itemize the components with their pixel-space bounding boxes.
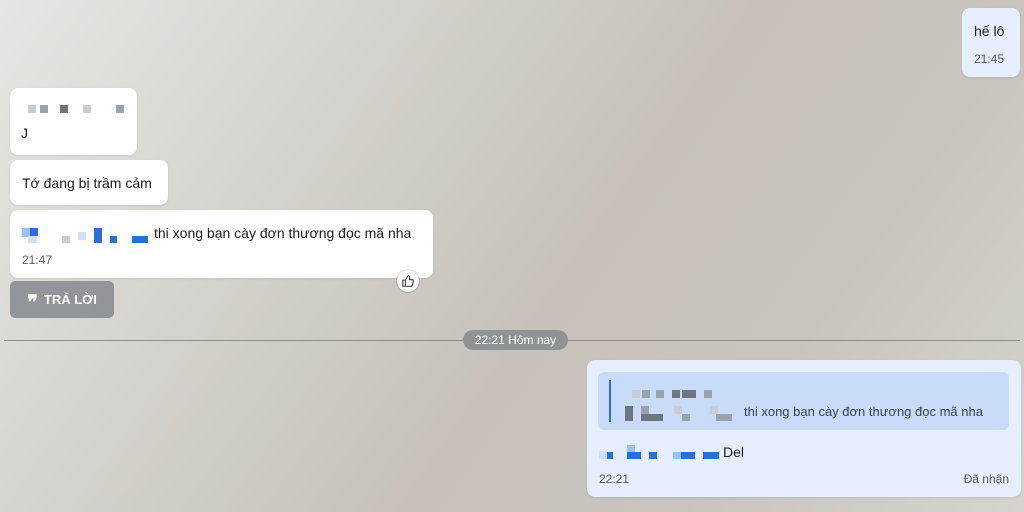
quote-bar [609,380,611,422]
message-time: 22:21 [599,472,630,486]
reply-button-label: TRẢ LỜI [43,292,97,307]
like-button[interactable] [397,270,419,292]
message-text: thi xong bạn cày đơn thương đọc mã nha [154,225,412,241]
message-bubble-incoming[interactable]: Tớ đang bị trầm cảm [10,160,168,205]
delivery-status: Đã nhận [963,472,1009,486]
message-bubble-incoming[interactable]: J [10,88,137,155]
message-time: 21:45 [974,52,1005,66]
quoted-message[interactable]: thi xong bạn cày đơn thương đọc mã nha [598,372,1009,430]
quote-icon: ❞ [27,289,38,314]
message-bubble-outgoing-reply[interactable]: thi xong bạn cày đơn thương đọc mã nha D… [587,360,1021,497]
message-bubble-outgoing[interactable]: hế lô 21:45 [962,8,1020,77]
thumbs-up-icon [402,275,414,287]
message-bubble-incoming[interactable]: thi xong bạn cày đơn thương đọc mã nha 2… [10,210,433,278]
message-text: hế lô [974,23,1005,39]
message-time: 21:47 [22,253,53,267]
quoted-message-text: thi xong bạn cày đơn thương đọc mã nha [744,404,983,419]
message-text: J [21,125,28,141]
date-divider-label: 22:21 Hôm nay [463,330,568,350]
message-text: Del [723,444,745,460]
reply-button[interactable]: ❞ TRẢ LỜI [10,281,114,318]
message-text: Tớ đang bị trầm cảm [22,175,152,191]
